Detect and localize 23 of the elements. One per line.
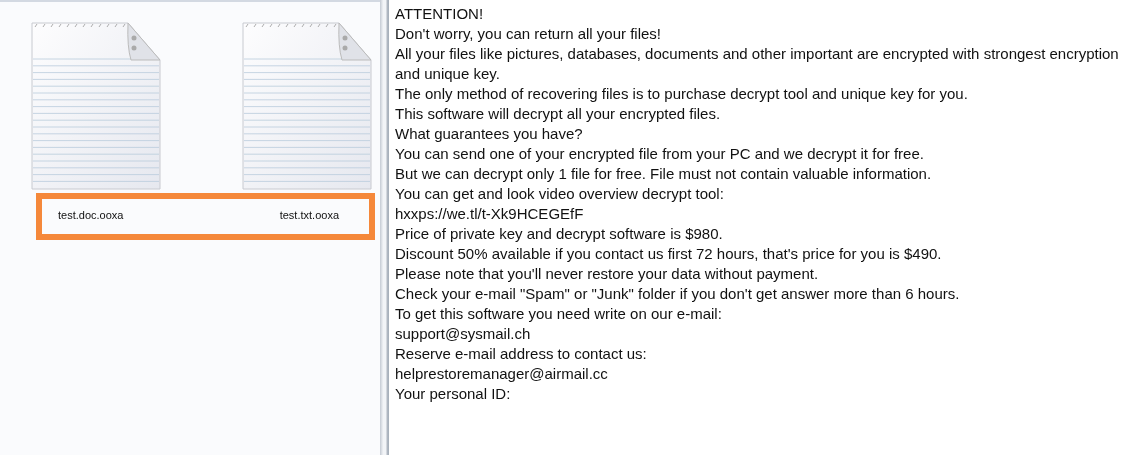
note-text: Check your e-mail "Spam" or "Junk" folder if you don't get answer more than 6 hours. [395,284,961,304]
document-icon [31,22,161,190]
note-text: Don't worry, you can return all your files! [395,24,663,44]
note-text: Reserve e-mail address to contact us: [395,344,648,364]
file-name[interactable]: test.txt.ooxa [279,209,339,223]
note-text: The only method of recovering files is to purchase decrypt tool and unique key for you. [395,84,969,104]
note-text: support@sysmail.ch [395,324,532,344]
file-name[interactable]: test.doc.ooxa [58,209,124,223]
note-text: But we can decrypt only 1 file for free. File must not contain valuable information. [395,164,933,184]
note-text: To get this software you need write on our e-mail: [395,304,723,324]
note-text: Please note that you'll never restore your data without payment. [395,264,820,284]
note-text: ATTENTION! [395,4,485,24]
note-text: What guarantees you have? [395,124,584,144]
note-text: This software will decrypt all your encrypted files. [395,104,722,124]
note-text: hxxps://we.tl/t-Xk9HCEGEfF [395,204,585,224]
note-text: Your personal ID: [395,384,512,404]
note-text: Price of private key and decrypt software is $980. [395,224,724,244]
note-text: helprestoremanager@airmail.cc [395,364,609,384]
note-text: All your files like pictures, databases, documents and other important are encrypted with strongest encryption and unique key. [395,44,1120,84]
note-text: Discount 50% available if you contact us first 72 hours, that's price for you is $490. [395,244,943,264]
document-icon [242,22,372,190]
note-text: You can get and look video overview decrypt tool: [395,184,725,204]
note-text: You can send one of your encrypted file from your PC and we decrypt it for free. [395,144,925,164]
